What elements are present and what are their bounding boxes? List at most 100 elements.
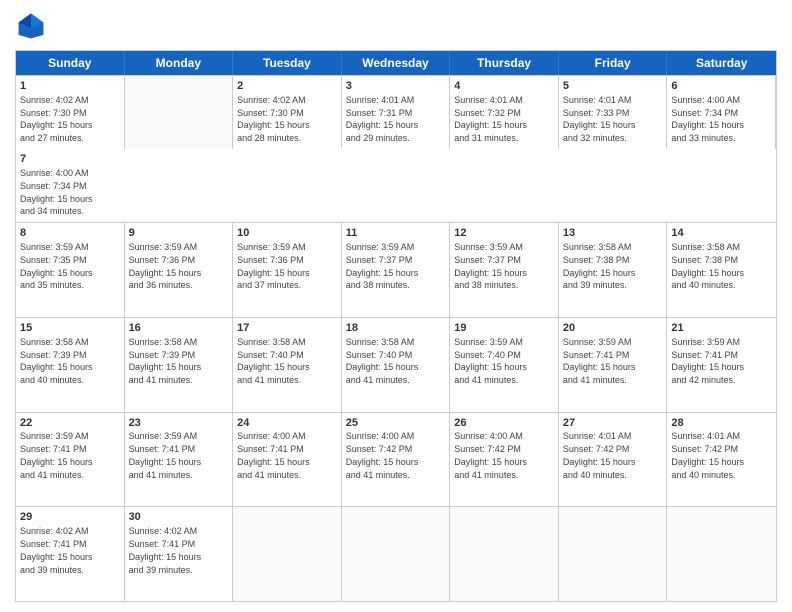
day-number: 14 xyxy=(671,226,772,241)
calendar-cell: 20Sunrise: 3:59 AM Sunset: 7:41 PM Dayli… xyxy=(559,318,668,412)
cell-info: Sunrise: 3:59 AM Sunset: 7:37 PM Dayligh… xyxy=(454,242,527,290)
day-number: 2 xyxy=(237,79,337,94)
cell-info: Sunrise: 3:59 AM Sunset: 7:36 PM Dayligh… xyxy=(129,242,202,290)
calendar-cell: 11Sunrise: 3:59 AM Sunset: 7:37 PM Dayli… xyxy=(342,223,451,317)
day-number: 28 xyxy=(671,416,772,431)
day-number: 22 xyxy=(20,416,120,431)
logo xyxy=(15,10,51,42)
weekday-header-tuesday: Tuesday xyxy=(233,51,342,75)
cell-info: Sunrise: 4:02 AM Sunset: 7:30 PM Dayligh… xyxy=(237,95,310,143)
calendar-cell: 30Sunrise: 4:02 AM Sunset: 7:41 PM Dayli… xyxy=(125,507,234,601)
cell-info: Sunrise: 3:58 AM Sunset: 7:38 PM Dayligh… xyxy=(671,242,744,290)
calendar-cell: 22Sunrise: 3:59 AM Sunset: 7:41 PM Dayli… xyxy=(16,413,125,507)
cell-info: Sunrise: 4:01 AM Sunset: 7:33 PM Dayligh… xyxy=(563,95,636,143)
day-number: 29 xyxy=(20,510,120,525)
day-number: 30 xyxy=(129,510,229,525)
header xyxy=(15,10,777,42)
cell-info: Sunrise: 4:02 AM Sunset: 7:41 PM Dayligh… xyxy=(129,526,202,574)
calendar-row-1: 8Sunrise: 3:59 AM Sunset: 7:35 PM Daylig… xyxy=(16,222,776,317)
day-number: 25 xyxy=(346,416,446,431)
calendar-cell: 12Sunrise: 3:59 AM Sunset: 7:37 PM Dayli… xyxy=(450,223,559,317)
cell-info: Sunrise: 4:00 AM Sunset: 7:42 PM Dayligh… xyxy=(454,431,527,479)
day-number: 20 xyxy=(563,321,663,336)
weekday-header-friday: Friday xyxy=(559,51,668,75)
calendar-cell xyxy=(125,76,234,149)
calendar-cell xyxy=(667,507,776,601)
day-number: 23 xyxy=(129,416,229,431)
calendar-row-3: 22Sunrise: 3:59 AM Sunset: 7:41 PM Dayli… xyxy=(16,412,776,507)
cell-info: Sunrise: 3:58 AM Sunset: 7:40 PM Dayligh… xyxy=(346,337,419,385)
calendar-cell: 28Sunrise: 4:01 AM Sunset: 7:42 PM Dayli… xyxy=(667,413,776,507)
calendar-cell: 24Sunrise: 4:00 AM Sunset: 7:41 PM Dayli… xyxy=(233,413,342,507)
calendar-cell xyxy=(450,507,559,601)
day-number: 27 xyxy=(563,416,663,431)
calendar-row-2: 15Sunrise: 3:58 AM Sunset: 7:39 PM Dayli… xyxy=(16,317,776,412)
cell-info: Sunrise: 4:01 AM Sunset: 7:42 PM Dayligh… xyxy=(563,431,636,479)
cell-info: Sunrise: 3:58 AM Sunset: 7:38 PM Dayligh… xyxy=(563,242,636,290)
calendar-cell: 8Sunrise: 3:59 AM Sunset: 7:35 PM Daylig… xyxy=(16,223,125,317)
day-number: 17 xyxy=(237,321,337,336)
calendar-cell: 1Sunrise: 4:02 AM Sunset: 7:30 PM Daylig… xyxy=(16,76,125,149)
calendar-cell: 2Sunrise: 4:02 AM Sunset: 7:30 PM Daylig… xyxy=(233,76,342,149)
day-number: 19 xyxy=(454,321,554,336)
calendar-cell xyxy=(559,507,668,601)
calendar-cell: 7Sunrise: 4:00 AM Sunset: 7:34 PM Daylig… xyxy=(16,149,125,222)
calendar-cell: 15Sunrise: 3:58 AM Sunset: 7:39 PM Dayli… xyxy=(16,318,125,412)
calendar-cell: 23Sunrise: 3:59 AM Sunset: 7:41 PM Dayli… xyxy=(125,413,234,507)
calendar-cell: 29Sunrise: 4:02 AM Sunset: 7:41 PM Dayli… xyxy=(16,507,125,601)
calendar: SundayMondayTuesdayWednesdayThursdayFrid… xyxy=(15,50,777,602)
day-number: 10 xyxy=(237,226,337,241)
cell-info: Sunrise: 3:58 AM Sunset: 7:40 PM Dayligh… xyxy=(237,337,310,385)
cell-info: Sunrise: 3:58 AM Sunset: 7:39 PM Dayligh… xyxy=(20,337,93,385)
page: SundayMondayTuesdayWednesdayThursdayFrid… xyxy=(0,0,792,612)
day-number: 13 xyxy=(563,226,663,241)
day-number: 1 xyxy=(20,79,120,94)
calendar-cell: 16Sunrise: 3:58 AM Sunset: 7:39 PM Dayli… xyxy=(125,318,234,412)
cell-info: Sunrise: 4:01 AM Sunset: 7:31 PM Dayligh… xyxy=(346,95,419,143)
calendar-body: 1 Sunrise: 4:02 AM Sunset: 7:30 PM Daylig… xyxy=(16,75,776,601)
cell-info: Sunrise: 4:00 AM Sunset: 7:41 PM Dayligh… xyxy=(237,431,310,479)
cell-info: Sunrise: 3:59 AM Sunset: 7:41 PM Dayligh… xyxy=(20,431,93,479)
logo-icon xyxy=(15,10,47,42)
day-number: 9 xyxy=(129,226,229,241)
weekday-header-sunday: Sunday xyxy=(16,51,125,75)
calendar-cell: 5Sunrise: 4:01 AM Sunset: 7:33 PM Daylig… xyxy=(559,76,668,149)
cell-info: Sunrise: 3:59 AM Sunset: 7:41 PM Dayligh… xyxy=(563,337,636,385)
weekday-header-saturday: Saturday xyxy=(667,51,776,75)
calendar-cell: 21Sunrise: 3:59 AM Sunset: 7:41 PM Dayli… xyxy=(667,318,776,412)
cell-info: Sunrise: 3:58 AM Sunset: 7:39 PM Dayligh… xyxy=(129,337,202,385)
calendar-cell: 19Sunrise: 3:59 AM Sunset: 7:40 PM Dayli… xyxy=(450,318,559,412)
day-number: 12 xyxy=(454,226,554,241)
calendar-cell: 27Sunrise: 4:01 AM Sunset: 7:42 PM Dayli… xyxy=(559,413,668,507)
day-number: 6 xyxy=(671,79,771,94)
cell-info: Sunrise: 4:00 AM Sunset: 7:42 PM Dayligh… xyxy=(346,431,419,479)
weekday-header-thursday: Thursday xyxy=(450,51,559,75)
calendar-cell: 14Sunrise: 3:58 AM Sunset: 7:38 PM Dayli… xyxy=(667,223,776,317)
cell-info: Sunrise: 3:59 AM Sunset: 7:40 PM Dayligh… xyxy=(454,337,527,385)
calendar-cell xyxy=(233,507,342,601)
day-number: 3 xyxy=(346,79,446,94)
day-number: 16 xyxy=(129,321,229,336)
calendar-header: SundayMondayTuesdayWednesdayThursdayFrid… xyxy=(16,51,776,75)
calendar-cell: 26Sunrise: 4:00 AM Sunset: 7:42 PM Dayli… xyxy=(450,413,559,507)
calendar-cell: 17Sunrise: 3:58 AM Sunset: 7:40 PM Dayli… xyxy=(233,318,342,412)
calendar-cell: 9Sunrise: 3:59 AM Sunset: 7:36 PM Daylig… xyxy=(125,223,234,317)
cell-info: Sunrise: 3:59 AM Sunset: 7:35 PM Dayligh… xyxy=(20,242,93,290)
day-number: 7 xyxy=(20,152,121,167)
calendar-row-4: 29Sunrise: 4:02 AM Sunset: 7:41 PM Dayli… xyxy=(16,506,776,601)
day-number: 21 xyxy=(671,321,772,336)
calendar-cell: 13Sunrise: 3:58 AM Sunset: 7:38 PM Dayli… xyxy=(559,223,668,317)
day-number: 26 xyxy=(454,416,554,431)
cell-info: Sunrise: 4:02 AM Sunset: 7:41 PM Dayligh… xyxy=(20,526,93,574)
cell-info: Sunrise: 4:00 AM Sunset: 7:34 PM Dayligh… xyxy=(671,95,744,143)
day-number: 24 xyxy=(237,416,337,431)
day-number: 5 xyxy=(563,79,663,94)
day-number: 11 xyxy=(346,226,446,241)
cell-info: Sunrise: 3:59 AM Sunset: 7:36 PM Dayligh… xyxy=(237,242,310,290)
calendar-cell: 6Sunrise: 4:00 AM Sunset: 7:34 PM Daylig… xyxy=(667,76,776,149)
calendar-cell: 18Sunrise: 3:58 AM Sunset: 7:40 PM Dayli… xyxy=(342,318,451,412)
cell-info: Sunrise: 3:59 AM Sunset: 7:37 PM Dayligh… xyxy=(346,242,419,290)
calendar-row-0: 1 Sunrise: 4:02 AM Sunset: 7:30 PM Daylig… xyxy=(16,75,776,222)
day-number: 4 xyxy=(454,79,554,94)
day-number: 15 xyxy=(20,321,120,336)
